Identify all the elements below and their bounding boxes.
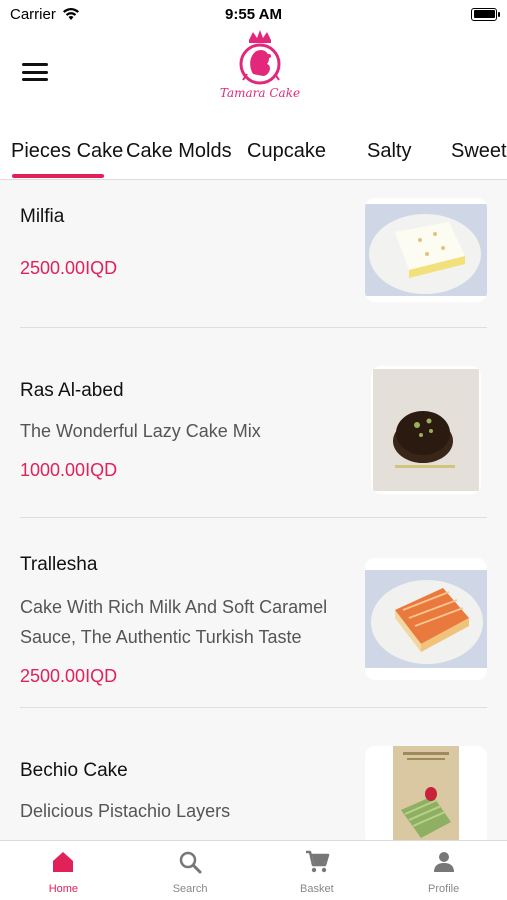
product-price: 1000.00IQD xyxy=(20,460,118,480)
tab-cake-molds[interactable]: Cake Molds xyxy=(126,140,232,163)
crown-cake-logo-icon xyxy=(239,30,281,85)
menu-icon-bar xyxy=(22,78,48,81)
product-name: Ras Al-abed xyxy=(20,380,124,401)
app-header: Tamara Cake xyxy=(0,28,507,124)
category-tabs: Pieces Cake Cake Molds Cupcake Salty Swe… xyxy=(0,124,507,180)
product-price: 2500.00IQD xyxy=(20,258,118,278)
nav-profile[interactable]: Profile xyxy=(380,841,507,900)
product-description: The Wonderful Lazy Cake Mix xyxy=(20,421,261,441)
product-name: Milfia xyxy=(20,206,65,227)
person-icon xyxy=(433,852,454,872)
product-image[interactable] xyxy=(365,198,487,302)
product-item-bechio-cake[interactable]: Bechio Cake Delicious Pistachio Layers xyxy=(0,708,507,840)
product-list[interactable]: Milfia 2500.00IQD Ras Al-abed The Wonder… xyxy=(0,180,507,840)
cart-icon xyxy=(305,850,330,873)
product-image[interactable] xyxy=(371,366,481,494)
wifi-icon xyxy=(62,8,79,20)
bechio-cake-image xyxy=(393,746,459,840)
tab-salty[interactable]: Salty xyxy=(367,140,411,163)
home-icon xyxy=(53,852,74,872)
menu-icon-bar xyxy=(22,63,48,66)
status-left: Carrier xyxy=(10,6,80,23)
tab-cupcake[interactable]: Cupcake xyxy=(247,140,326,163)
nav-search[interactable]: Search xyxy=(127,841,254,900)
product-description: Delicious Pistachio Layers xyxy=(20,801,231,821)
tab-sweet[interactable]: Sweet C xyxy=(451,140,507,163)
menu-icon-bar xyxy=(22,70,48,74)
active-tab-indicator xyxy=(12,174,104,178)
product-image[interactable] xyxy=(365,558,487,680)
product-item-ras-al-abed[interactable]: Ras Al-abed The Wonderful Lazy Cake Mix … xyxy=(0,328,507,518)
carrier-label: Carrier xyxy=(10,5,56,23)
logo-text: Tamara Cake xyxy=(219,86,301,100)
nav-basket[interactable]: Basket xyxy=(254,841,381,900)
nav-label: Search xyxy=(172,883,208,895)
nav-label: Basket xyxy=(300,883,334,895)
status-bar: Carrier 9:55 AM xyxy=(0,0,507,28)
ras-al-abed-image xyxy=(373,369,479,491)
product-name: Trallesha xyxy=(20,554,98,575)
product-name: Bechio Cake xyxy=(20,760,128,781)
product-item-trallesha[interactable]: Trallesha Cake With Rich Milk And Soft C… xyxy=(0,518,507,708)
product-description: Cake With Rich Milk And Soft Caramel Sau… xyxy=(20,597,328,647)
search-icon xyxy=(179,851,202,874)
battery-icon xyxy=(471,7,500,21)
product-image[interactable] xyxy=(365,746,487,840)
tab-pieces-cake[interactable]: Pieces Cake xyxy=(11,140,123,163)
trallesha-cake-image xyxy=(365,570,487,668)
nav-label: Home xyxy=(48,883,79,895)
brand-logo: Tamara Cake xyxy=(219,30,301,110)
product-price: 2500.00IQD xyxy=(20,666,118,686)
nav-label: Profile xyxy=(428,883,460,895)
nav-home[interactable]: Home xyxy=(0,841,127,900)
product-item-milfia[interactable]: Milfia 2500.00IQD xyxy=(0,180,507,328)
milfia-cake-image xyxy=(365,204,487,296)
menu-button[interactable] xyxy=(22,61,48,83)
bottom-navigation: Home Search Basket Profile xyxy=(0,840,507,900)
